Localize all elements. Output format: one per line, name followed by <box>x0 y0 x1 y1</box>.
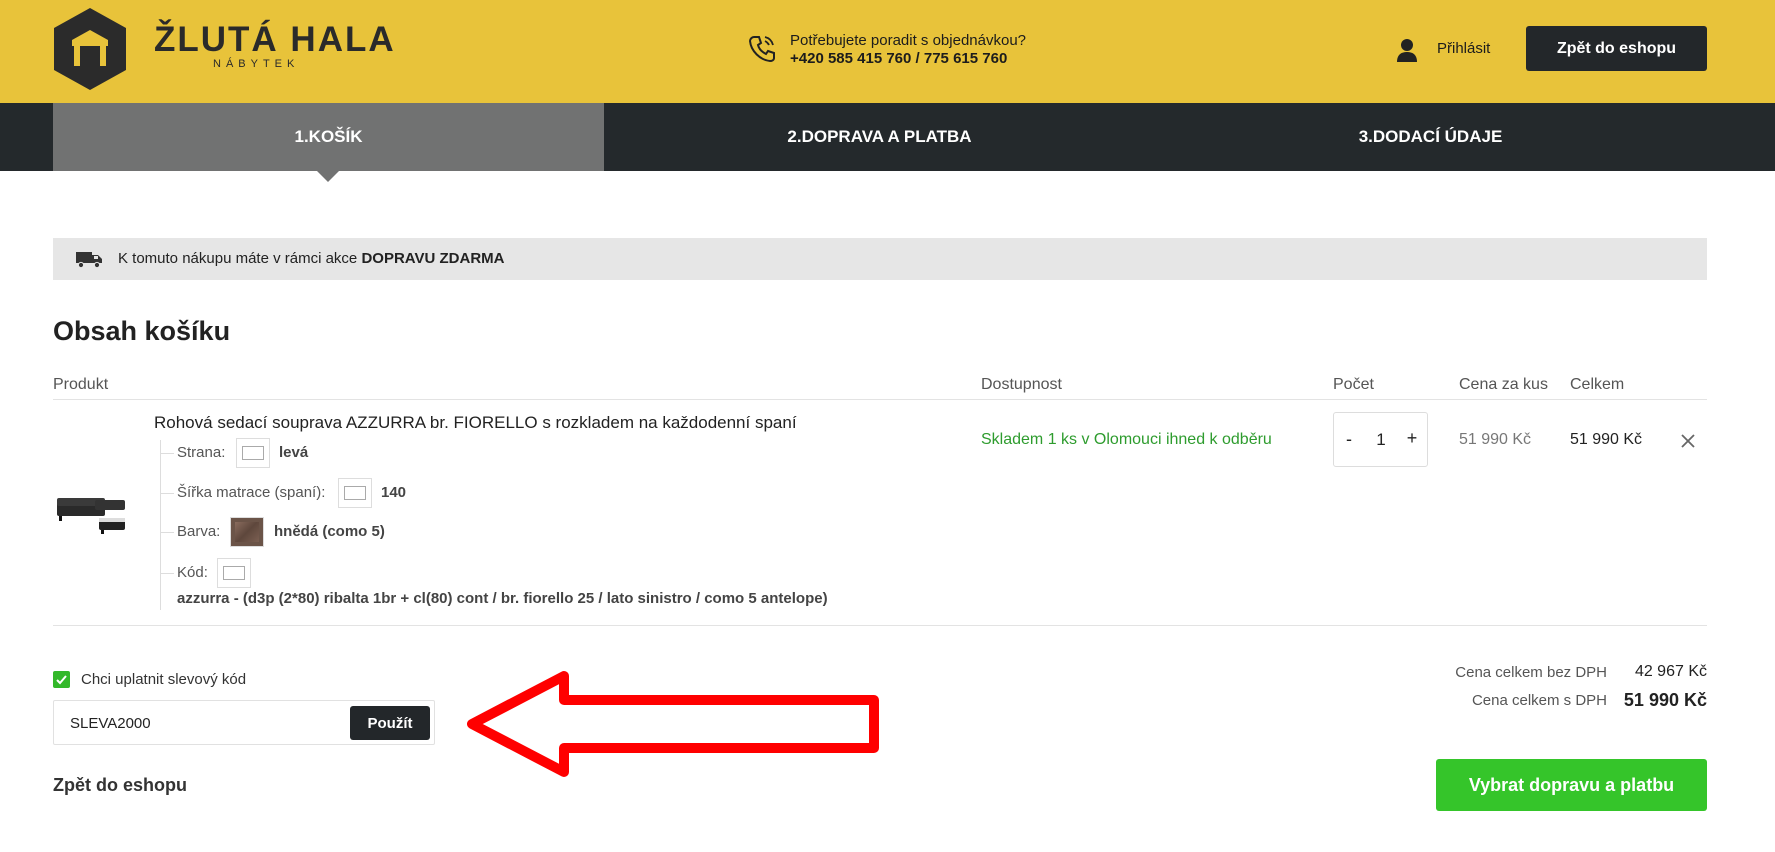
side-diagram <box>242 446 264 460</box>
checkout-steps: 1.KOŠÍK 2.DOPRAVA A PLATBA 3.DODACÍ ÚDAJ… <box>0 103 1775 171</box>
quantity-decrease-button[interactable]: - <box>1342 429 1356 450</box>
column-header-total: Celkem <box>1570 376 1625 393</box>
back-to-shop-button[interactable]: Zpět do eshopu <box>1526 26 1707 71</box>
product-code: azzurra - (d3p (2*80) ribalta 1br + cl(8… <box>177 590 828 607</box>
annotation-arrow-icon <box>467 671 879 777</box>
column-header-product: Produkt <box>53 376 109 393</box>
total-with-vat-label: Cena celkem s DPH <box>1471 692 1607 709</box>
attribute-value: hnědá (como 5) <box>274 523 385 540</box>
logo-icon[interactable] <box>52 6 128 92</box>
discount-checkbox-label[interactable]: Chci uplatnit slevový kód <box>81 671 246 688</box>
column-header-quantity: Počet <box>1333 376 1374 393</box>
discount-code-form: Použít <box>53 700 435 745</box>
step-cart[interactable]: 1.KOŠÍK <box>53 103 604 171</box>
apply-discount-button[interactable]: Použít <box>350 706 430 740</box>
product-name[interactable]: Rohová sedací souprava AZZURRA br. FIORE… <box>154 413 797 433</box>
tree-branch <box>160 573 174 574</box>
checkmark-icon <box>56 675 67 685</box>
remove-item-icon[interactable] <box>1680 433 1696 449</box>
user-icon[interactable] <box>1396 38 1418 62</box>
choose-shipping-payment-button[interactable]: Vybrat dopravu a platbu <box>1436 759 1707 811</box>
attribute-label: Kód: <box>177 564 208 581</box>
free-shipping-text: K tomuto nákupu máte v rámci akce DOPRAV… <box>118 250 505 267</box>
attribute-label: Barva: <box>177 523 221 540</box>
truck-icon <box>76 252 102 269</box>
step-delivery-details[interactable]: 3.DODACÍ ÚDAJE <box>1155 103 1706 171</box>
product-thumbnail[interactable] <box>55 490 129 540</box>
row-total: 51 990 Kč <box>1570 431 1643 448</box>
tree-branch <box>160 453 174 454</box>
site-header: ŽLUTÁ HALA NÁBYTEK Potřebujete poradit s… <box>0 0 1775 103</box>
tree-branch <box>160 532 174 533</box>
table-header-divider <box>53 399 1707 400</box>
free-shipping-notice: K tomuto nákupu máte v rámci akce DOPRAV… <box>53 238 1707 280</box>
attribute-label: Šířka matrace (spaní): <box>177 484 326 501</box>
attribute-value: levá <box>279 444 309 461</box>
free-shipping-highlight: DOPRAVU ZDARMA <box>361 250 505 267</box>
brand-subtitle: NÁBYTEK <box>213 58 300 70</box>
discount-code-input[interactable] <box>70 711 330 735</box>
phone-icon <box>748 36 775 63</box>
back-to-shop-link[interactable]: Zpět do eshopu <box>53 775 187 796</box>
mattress-diagram <box>344 486 366 500</box>
quantity-value[interactable]: 1 <box>1370 430 1392 450</box>
color-swatch <box>230 517 264 547</box>
help-phone[interactable]: +420 585 415 760 / 775 615 760 <box>790 50 1007 67</box>
discount-checkbox[interactable] <box>53 671 70 688</box>
login-link[interactable]: Přihlásit <box>1437 40 1490 57</box>
free-shipping-message: K tomuto nákupu máte v rámci akce <box>118 250 362 267</box>
mattress-thumbnail <box>338 478 372 508</box>
unit-price: 51 990 Kč <box>1459 431 1532 448</box>
code-diagram <box>223 566 245 580</box>
column-header-availability: Dostupnost <box>981 376 1062 393</box>
brand-name[interactable]: ŽLUTÁ HALA <box>154 20 396 60</box>
quantity-increase-button[interactable]: + <box>1404 428 1420 449</box>
active-step-pointer <box>317 171 339 182</box>
tree-branch <box>160 493 174 494</box>
code-thumbnail <box>217 558 251 588</box>
row-divider <box>53 625 1707 626</box>
total-without-vat-label: Cena celkem bez DPH <box>1455 664 1607 681</box>
attribute-label: Strana: <box>177 444 226 461</box>
total-without-vat-value: 42 967 Kč <box>1634 663 1707 680</box>
attribute-tree-line <box>160 440 161 610</box>
attribute-value: 140 <box>381 484 407 501</box>
column-header-unit-price: Cena za kus <box>1459 376 1548 393</box>
availability-status: Skladem 1 ks v Olomouci ihned k odběru <box>981 431 1272 448</box>
help-text: Potřebujete poradit s objednávkou? <box>790 32 1027 49</box>
total-with-vat-value: 51 990 Kč <box>1623 690 1707 710</box>
side-thumbnail <box>236 438 270 468</box>
quantity-stepper: - 1 + <box>1333 412 1428 467</box>
step-shipping-payment[interactable]: 2.DOPRAVA A PLATBA <box>604 103 1155 171</box>
cart-title: Obsah košíku <box>53 316 231 346</box>
